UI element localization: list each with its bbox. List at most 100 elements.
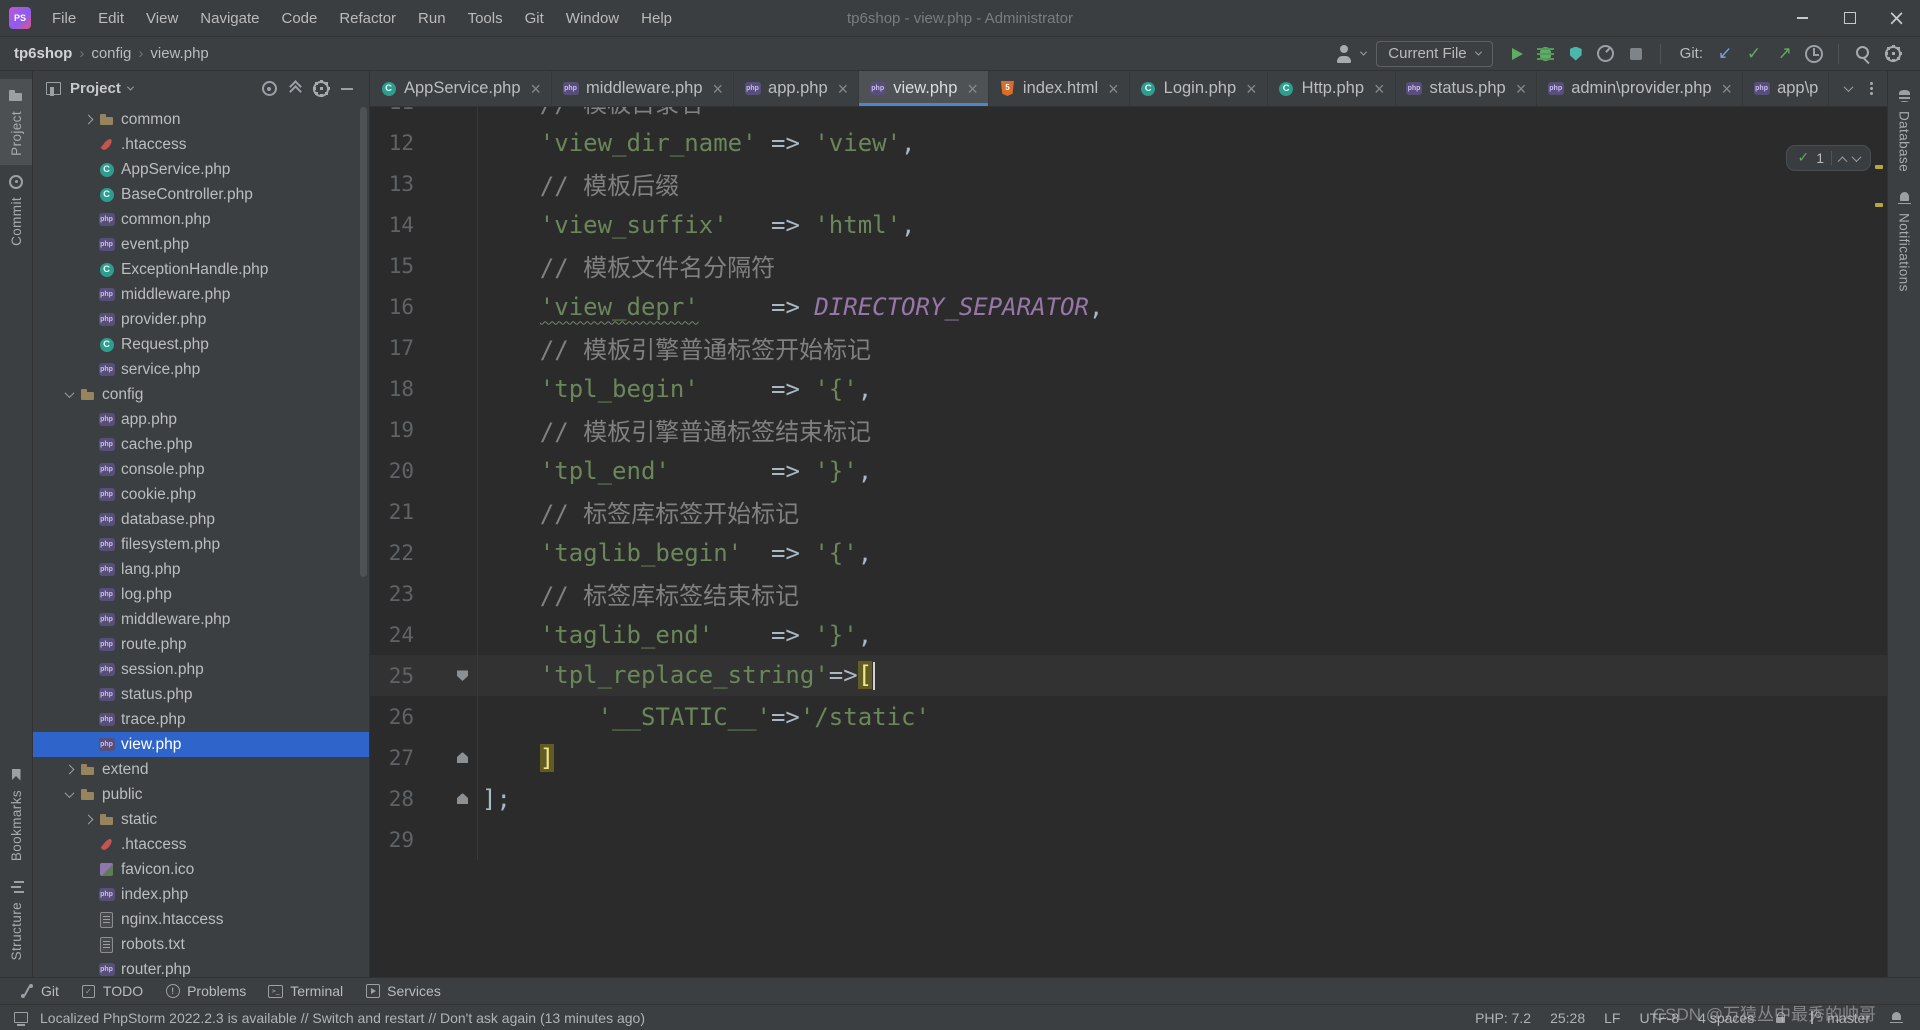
hide-icon[interactable]: [335, 77, 359, 101]
editor-tab-AppService.php[interactable]: AppService.php ×: [370, 71, 553, 106]
toolwindow-terminal[interactable]: Terminal: [259, 978, 352, 1004]
breadcrumb-tp6shop[interactable]: tp6shop: [14, 45, 72, 62]
code-line-26[interactable]: 26 '__STATIC__'=>'/static': [370, 696, 1887, 737]
status-25-28[interactable]: 25:28: [1550, 1010, 1585, 1026]
toolwindow-services[interactable]: Services: [356, 978, 450, 1004]
menu-navigate[interactable]: Navigate: [189, 0, 270, 36]
coverage-icon[interactable]: [1563, 41, 1589, 67]
status-utf-8[interactable]: UTF-8: [1639, 1010, 1679, 1026]
close-button[interactable]: [1873, 0, 1920, 36]
tree-item-session.php[interactable]: session.php: [33, 657, 369, 682]
tree-item-extend[interactable]: extend: [33, 757, 369, 782]
tree-item-public[interactable]: public: [33, 782, 369, 807]
close-tab-icon[interactable]: ×: [1516, 80, 1527, 98]
tree-item-nginx.htaccess[interactable]: nginx.htaccess: [33, 907, 369, 932]
tool-stripe-structure[interactable]: Structure: [0, 870, 32, 969]
tree-item-.htaccess[interactable]: .htaccess: [33, 132, 369, 157]
code-line-27[interactable]: 27 ]: [370, 737, 1887, 778]
tree-item-robots.txt[interactable]: robots.txt: [33, 932, 369, 957]
run-icon[interactable]: [1503, 41, 1529, 67]
inspection-widget[interactable]: ✓ 1: [1786, 145, 1871, 171]
toolwindow-git[interactable]: Git: [10, 978, 68, 1004]
push-icon[interactable]: [1771, 41, 1797, 67]
code-line-11[interactable]: 11 // 模板目录名: [370, 107, 1887, 122]
stop-icon[interactable]: [1623, 41, 1649, 67]
editor-tab-admin\provider.php[interactable]: admin\provider.php ×: [1537, 71, 1744, 106]
code-line-20[interactable]: 20 'tpl_end' => '}',: [370, 450, 1887, 491]
menu-refactor[interactable]: Refactor: [328, 0, 407, 36]
breadcrumb-view.php[interactable]: view.php: [150, 45, 208, 62]
next-problem-icon[interactable]: [1851, 151, 1862, 162]
code-line-23[interactable]: 23 // 标签库标签结束标记: [370, 573, 1887, 614]
fold-start-icon[interactable]: [457, 670, 468, 681]
menu-window[interactable]: Window: [555, 0, 630, 36]
status-php-7.2[interactable]: PHP: 7.2: [1475, 1010, 1531, 1026]
profiler-icon[interactable]: [1593, 41, 1619, 67]
status-lock[interactable]: [1773, 1010, 1788, 1025]
editor-tab-middleware.php[interactable]: middleware.php ×: [552, 71, 735, 106]
code-line-25[interactable]: 25 'tpl_replace_string'=>[: [370, 655, 1887, 696]
tool-stripe-notifications[interactable]: Notifications: [1888, 181, 1920, 301]
tree-item-service.php[interactable]: service.php: [33, 357, 369, 382]
tree-item-cache.php[interactable]: cache.php: [33, 432, 369, 457]
tree-item-common[interactable]: common: [33, 107, 369, 132]
tree-item-provider.php[interactable]: provider.php: [33, 307, 369, 332]
status-lf[interactable]: LF: [1604, 1010, 1620, 1026]
tool-stripe-database[interactable]: Database: [1888, 79, 1920, 181]
settings-icon[interactable]: [1880, 41, 1906, 67]
status-message[interactable]: Localized PhpStorm 2022.2.3 is available…: [40, 1010, 645, 1026]
tree-item-console.php[interactable]: console.php: [33, 457, 369, 482]
tree-item-cookie.php[interactable]: cookie.php: [33, 482, 369, 507]
close-tab-icon[interactable]: ×: [838, 80, 849, 98]
tree-item-view.php[interactable]: view.php: [33, 732, 369, 757]
tree-item-event.php[interactable]: event.php: [33, 232, 369, 257]
maximize-button[interactable]: [1826, 0, 1873, 36]
tree-item-database.php[interactable]: database.php: [33, 507, 369, 532]
code-line-21[interactable]: 21 // 标签库标签开始标记: [370, 491, 1887, 532]
close-tab-icon[interactable]: ×: [713, 80, 724, 98]
run-configuration-combo[interactable]: Current File: [1376, 40, 1493, 67]
tool-stripe-commit[interactable]: Commit: [0, 165, 32, 255]
tree-item-route.php[interactable]: route.php: [33, 632, 369, 657]
menu-git[interactable]: Git: [514, 0, 555, 36]
commit-check-icon[interactable]: [1741, 41, 1767, 67]
tree-item-BaseController.php[interactable]: BaseController.php: [33, 182, 369, 207]
close-tab-icon[interactable]: ×: [1374, 80, 1385, 98]
update-icon[interactable]: [1711, 41, 1737, 67]
tree-item-config[interactable]: config: [33, 382, 369, 407]
tree-item-trace.php[interactable]: trace.php: [33, 707, 369, 732]
tree-item-log.php[interactable]: log.php: [33, 582, 369, 607]
tree-item-Request.php[interactable]: Request.php: [33, 332, 369, 357]
menu-code[interactable]: Code: [270, 0, 328, 36]
chevron-down-icon[interactable]: [60, 388, 78, 399]
history-icon[interactable]: [1801, 41, 1827, 67]
code-line-19[interactable]: 19 // 模板引擎普通标签结束标记: [370, 409, 1887, 450]
close-tab-icon[interactable]: ×: [967, 80, 978, 98]
user-account-icon[interactable]: [1331, 41, 1357, 67]
tree-scrollbar[interactable]: [360, 107, 367, 577]
code-line-22[interactable]: 22 'taglib_begin' => '{',: [370, 532, 1887, 573]
code-line-28[interactable]: 28];: [370, 778, 1887, 819]
close-tab-icon[interactable]: ×: [1246, 80, 1257, 98]
menu-help[interactable]: Help: [630, 0, 683, 36]
search-icon[interactable]: [1850, 41, 1876, 67]
menu-view[interactable]: View: [135, 0, 189, 36]
prev-problem-icon[interactable]: [1837, 155, 1848, 166]
tree-item-middleware.php[interactable]: middleware.php: [33, 607, 369, 632]
editor-tab-app.php[interactable]: app.php ×: [734, 71, 860, 106]
tool-stripe-project[interactable]: Project: [0, 79, 32, 165]
fold-end-icon[interactable]: [457, 752, 468, 763]
status-bell[interactable]: [1889, 1010, 1904, 1025]
status-4-spaces[interactable]: 4 spaces: [1698, 1010, 1754, 1026]
toolwindow-todo[interactable]: TODO: [72, 978, 152, 1004]
status-master[interactable]: master: [1807, 1010, 1870, 1026]
show-hidden-tabs-button[interactable]: [1837, 76, 1859, 102]
more-options-icon[interactable]: [1861, 76, 1881, 102]
chevron-down-icon[interactable]: [126, 83, 134, 91]
tree-item-static[interactable]: static: [33, 807, 369, 832]
error-stripe-mark[interactable]: [1875, 165, 1883, 169]
tree-item-status.php[interactable]: status.php: [33, 682, 369, 707]
breadcrumb-config[interactable]: config: [91, 45, 131, 62]
tree-item-middleware.php[interactable]: middleware.php: [33, 282, 369, 307]
chevron-right-icon[interactable]: [60, 764, 78, 775]
